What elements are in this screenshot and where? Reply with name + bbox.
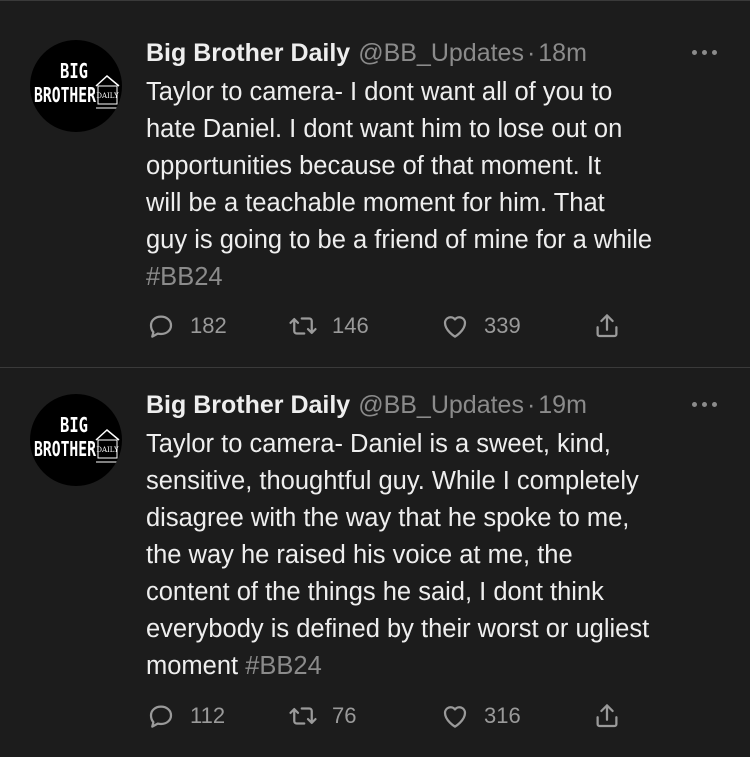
- like-button[interactable]: 316: [440, 699, 521, 733]
- separator: ·: [526, 38, 536, 67]
- retweet-button[interactable]: 76: [288, 699, 356, 733]
- like-button[interactable]: 339: [440, 309, 521, 343]
- more-icon[interactable]: [690, 42, 720, 62]
- reply-icon: [149, 315, 173, 338]
- share-icon: [596, 314, 618, 338]
- reply-button[interactable]: 182: [146, 309, 227, 343]
- tweet-actions: 182 146 339: [146, 309, 626, 343]
- tweet-header: Big Brother Daily @BB_Updates · 19m: [146, 388, 736, 422]
- big-brother-daily-logo: BIG BROTHER DAILY: [34, 59, 120, 109]
- more-icon[interactable]: [690, 394, 720, 414]
- tweet[interactable]: BIG BROTHER DAILY Big Brother Daily @BB_…: [0, 368, 750, 757]
- tweet-header: Big Brother Daily @BB_Updates · 18m: [146, 36, 736, 70]
- tweet-actions: 112 76 316: [146, 699, 626, 733]
- share-button[interactable]: [592, 699, 622, 733]
- like-count: 316: [484, 703, 521, 728]
- reply-button[interactable]: 112: [146, 699, 225, 733]
- avatar[interactable]: BIG BROTHER DAILY: [30, 40, 122, 132]
- retweet-count: 146: [332, 313, 369, 338]
- retweet-button[interactable]: 146: [288, 309, 369, 343]
- author-name[interactable]: Big Brother Daily: [146, 391, 350, 420]
- timestamp[interactable]: 19m: [538, 391, 587, 420]
- tweet-body: Taylor to camera- Daniel is a sweet, kin…: [146, 430, 650, 680]
- like-count: 339: [484, 313, 521, 338]
- tweet-text: Taylor to camera- Daniel is a sweet, kin…: [146, 426, 736, 685]
- avatar[interactable]: BIG BROTHER DAILY: [30, 394, 122, 486]
- svg-text:BROTHER: BROTHER: [34, 437, 97, 461]
- reply-icon: [149, 705, 173, 728]
- retweet-icon: [289, 707, 317, 725]
- author-handle[interactable]: @BB_Updates: [358, 39, 524, 68]
- retweet-icon: [289, 317, 317, 335]
- share-button[interactable]: [592, 309, 622, 343]
- hashtag-link[interactable]: #BB24: [146, 263, 223, 291]
- separator: ·: [526, 390, 536, 419]
- heart-icon: [443, 706, 467, 728]
- timestamp[interactable]: 18m: [538, 39, 587, 68]
- svg-text:BIG: BIG: [60, 59, 88, 83]
- reply-count: 112: [190, 703, 226, 728]
- svg-text:DAILY: DAILY: [96, 92, 119, 100]
- tweet[interactable]: BIG BROTHER DAILY Big Brother Daily @BB_…: [0, 0, 750, 367]
- reply-count: 182: [190, 313, 227, 338]
- author-name[interactable]: Big Brother Daily: [146, 39, 350, 68]
- svg-text:DAILY: DAILY: [96, 446, 119, 454]
- heart-icon: [443, 316, 467, 338]
- svg-text:BROTHER: BROTHER: [34, 83, 97, 107]
- timeline-feed: BIG BROTHER DAILY Big Brother Daily @BB_…: [0, 0, 750, 757]
- share-icon: [596, 704, 618, 728]
- retweet-count: 76: [332, 703, 357, 728]
- svg-text:BIG: BIG: [60, 413, 88, 437]
- big-brother-daily-logo: BIG BROTHER DAILY: [34, 413, 120, 463]
- author-handle[interactable]: @BB_Updates: [358, 391, 524, 420]
- tweet-text: Taylor to camera- I dont want all of you…: [146, 74, 736, 296]
- hashtag-link[interactable]: #BB24: [245, 652, 322, 680]
- tweet-body: Taylor to camera- I dont want all of you…: [146, 78, 653, 254]
